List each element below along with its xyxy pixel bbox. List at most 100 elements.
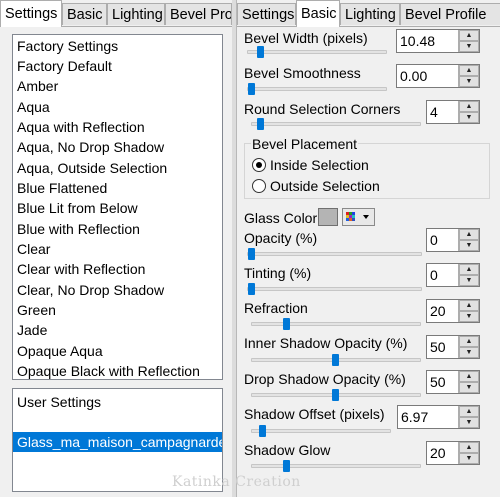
bevel-smoothness-slider-thumb[interactable] — [248, 83, 255, 95]
inner-shadow-spinner[interactable]: 50 ▲ ▼ — [426, 335, 480, 359]
preset-list[interactable]: Factory Settings Factory Default Amber A… — [12, 34, 223, 380]
bevel-width-slider[interactable] — [247, 50, 387, 54]
list-item[interactable]: Aqua — [13, 97, 222, 117]
tab-settings[interactable]: Settings — [0, 0, 62, 27]
inside-selection-label[interactable]: Inside Selection — [270, 157, 369, 173]
bevel-smoothness-slider[interactable] — [247, 87, 387, 91]
round-corners-spinner[interactable]: 4 ▲ ▼ — [426, 100, 480, 124]
list-item[interactable]: Green — [13, 300, 222, 320]
tab-bevel-profile[interactable]: Bevel Profile — [400, 3, 500, 25]
list-item[interactable]: Opaque Aqua — [13, 341, 222, 361]
spin-up-icon[interactable]: ▲ — [459, 371, 479, 382]
opacity-slider[interactable] — [247, 252, 422, 256]
tab-settings[interactable]: Settings — [237, 3, 296, 25]
shadow-glow-spinner[interactable]: 20 ▲ ▼ — [426, 441, 480, 465]
spin-up-icon[interactable]: ▲ — [459, 336, 479, 347]
list-item[interactable]: Jade — [13, 320, 222, 340]
shadow-offset-slider-thumb[interactable] — [259, 425, 266, 437]
outside-selection-label[interactable]: Outside Selection — [270, 178, 380, 194]
refraction-value[interactable]: 20 — [430, 300, 446, 322]
opacity-slider-thumb[interactable] — [248, 248, 255, 260]
glass-color-swatch[interactable] — [318, 208, 338, 226]
bevel-width-label: Bevel Width (pixels) — [244, 30, 368, 46]
spin-down-icon[interactable]: ▼ — [459, 453, 479, 464]
list-item[interactable]: Clear with Reflection — [13, 259, 222, 279]
tab-lighting[interactable]: Lighting — [340, 3, 400, 25]
spin-down-icon[interactable]: ▼ — [459, 382, 479, 393]
shadow-offset-value[interactable]: 6.97 — [401, 406, 428, 428]
inner-shadow-slider-thumb[interactable] — [332, 354, 339, 366]
spin-down-icon[interactable]: ▼ — [459, 417, 479, 428]
refraction-slider-thumb[interactable] — [283, 318, 290, 330]
spin-up-icon[interactable]: ▲ — [459, 300, 479, 311]
tab-bevel-profile[interactable]: Bevel Profile — [165, 3, 232, 25]
list-item[interactable]: Blue Lit from Below — [13, 198, 222, 218]
outside-selection-radio[interactable] — [252, 179, 266, 193]
list-item[interactable]: Amber — [13, 76, 222, 96]
tinting-value[interactable]: 0 — [430, 264, 438, 286]
spin-down-icon[interactable]: ▼ — [459, 240, 479, 251]
refraction-slider[interactable] — [251, 322, 421, 326]
spin-down-icon[interactable]: ▼ — [459, 112, 479, 123]
inner-shadow-value[interactable]: 50 — [430, 336, 446, 358]
tinting-slider[interactable] — [247, 287, 422, 291]
spin-up-icon[interactable]: ▲ — [459, 229, 479, 240]
list-item[interactable]: Blue with Reflection — [13, 219, 222, 239]
dropdown-arrow-icon — [363, 215, 369, 219]
spin-up-icon[interactable]: ▲ — [459, 30, 479, 41]
drop-shadow-spinner[interactable]: 50 ▲ ▼ — [426, 370, 480, 394]
spin-up-icon[interactable]: ▲ — [459, 442, 479, 453]
drop-shadow-slider-thumb[interactable] — [332, 389, 339, 401]
bevel-placement-label: Bevel Placement — [251, 136, 359, 152]
list-item[interactable]: Clear — [13, 239, 222, 259]
spin-up-icon[interactable]: ▲ — [459, 101, 479, 112]
shadow-offset-spinner[interactable]: 6.97 ▲ ▼ — [397, 405, 480, 429]
round-corners-value[interactable]: 4 — [430, 101, 438, 123]
spin-down-icon[interactable]: ▼ — [459, 311, 479, 322]
spin-down-icon[interactable]: ▼ — [459, 347, 479, 358]
spin-down-icon[interactable]: ▼ — [459, 41, 479, 52]
tab-basic[interactable]: Basic — [296, 0, 340, 27]
bevel-smoothness-value[interactable]: 0.00 — [400, 65, 427, 87]
tinting-slider-thumb[interactable] — [248, 283, 255, 295]
list-item[interactable]: Factory Default — [13, 56, 222, 76]
spin-up-icon[interactable]: ▲ — [459, 264, 479, 275]
list-item[interactable]: Glass_ma_maison_campagnarde — [13, 432, 222, 452]
glass-color-label: Glass Color — [244, 210, 318, 226]
shadow-glow-slider[interactable] — [251, 464, 421, 468]
spin-down-icon[interactable]: ▼ — [459, 76, 479, 87]
list-item[interactable]: Aqua with Reflection — [13, 117, 222, 137]
refraction-spinner[interactable]: 20 ▲ ▼ — [426, 299, 480, 323]
drop-shadow-value[interactable]: 50 — [430, 371, 446, 393]
round-corners-label: Round Selection Corners — [244, 101, 401, 117]
inside-selection-radio[interactable] — [252, 158, 266, 172]
tab-basic[interactable]: Basic — [62, 3, 107, 25]
bevel-width-slider-thumb[interactable] — [257, 46, 264, 58]
list-item[interactable]: Blue Flattened — [13, 178, 222, 198]
round-corners-slider-thumb[interactable] — [257, 118, 264, 130]
list-item[interactable]: Aqua, Outside Selection — [13, 158, 222, 178]
opacity-value[interactable]: 0 — [430, 229, 438, 251]
round-corners-slider[interactable] — [251, 122, 421, 126]
bevel-width-spinner[interactable]: 10.48 ▲ ▼ — [396, 29, 480, 53]
list-item[interactable]: Clear, No Drop Shadow — [13, 280, 222, 300]
shadow-glow-value[interactable]: 20 — [430, 442, 446, 464]
list-item[interactable]: Aqua, No Drop Shadow — [13, 137, 222, 157]
palette-button[interactable] — [342, 208, 375, 226]
shadow-offset-slider[interactable] — [251, 429, 391, 433]
list-item[interactable]: Factory Settings — [13, 36, 222, 56]
basic-panel: Settings Basic Lighting Bevel Profile Be… — [236, 0, 500, 497]
spin-down-icon[interactable]: ▼ — [459, 275, 479, 286]
refraction-label: Refraction — [244, 300, 308, 316]
bevel-smoothness-spinner[interactable]: 0.00 ▲ ▼ — [396, 64, 480, 88]
shadow-offset-label: Shadow Offset (pixels) — [244, 406, 385, 422]
list-item[interactable]: Opaque Black with Reflection — [13, 361, 222, 379]
drop-shadow-label: Drop Shadow Opacity (%) — [244, 371, 406, 387]
opacity-spinner[interactable]: 0 ▲ ▼ — [426, 228, 480, 252]
bevel-width-value[interactable]: 10.48 — [400, 30, 435, 52]
shadow-glow-slider-thumb[interactable] — [283, 460, 290, 472]
tinting-spinner[interactable]: 0 ▲ ▼ — [426, 263, 480, 287]
spin-up-icon[interactable]: ▲ — [459, 65, 479, 76]
spin-up-icon[interactable]: ▲ — [459, 406, 479, 417]
tab-lighting[interactable]: Lighting — [107, 3, 165, 25]
